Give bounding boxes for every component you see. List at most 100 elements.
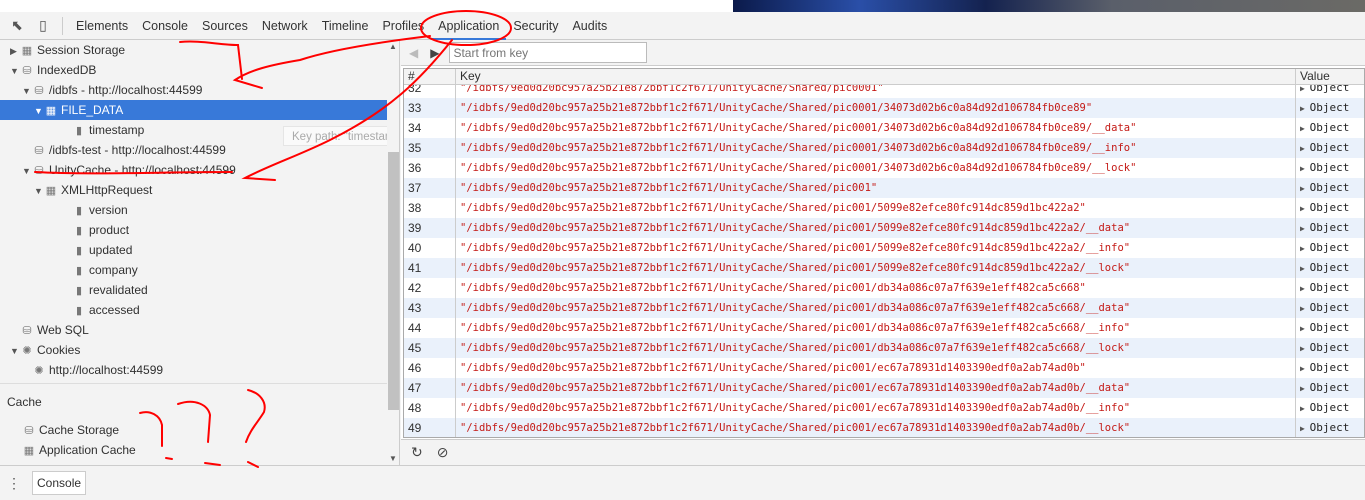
refresh-icon[interactable]: ↻ <box>411 444 423 461</box>
tree-item[interactable]: ▮ version <box>0 200 388 220</box>
table-row[interactable]: 48 "/idbfs/9ed0d20bc957a25b21e872bbf1c2f6… <box>404 398 1364 418</box>
row-value[interactable]: ▶ Object <box>1296 278 1364 298</box>
table-row[interactable]: 46 "/idbfs/9ed0d20bc957a25b21e872bbf1c2f6… <box>404 358 1364 378</box>
table-row[interactable]: 43 "/idbfs/9ed0d20bc957a25b21e872bbf1c2f6… <box>404 298 1364 318</box>
next-page-icon[interactable]: ▶ <box>430 46 439 60</box>
expanded-arrow-icon[interactable]: ▼ <box>34 101 44 121</box>
tree-item[interactable]: ▼ ▦ XMLHttpRequest <box>0 180 388 200</box>
tree-item[interactable]: ▼ ▦ FILE_DATA <box>0 100 388 120</box>
row-value[interactable]: ▶ Object <box>1296 338 1364 358</box>
tab-application[interactable]: Application <box>431 12 507 40</box>
tab-console[interactable]: Console <box>135 12 195 40</box>
drawer-menu-icon[interactable]: ⋮ <box>0 475 28 492</box>
tree-item[interactable]: ▮ revalidated <box>0 280 388 300</box>
row-value[interactable]: ▶ Object <box>1296 238 1364 258</box>
expand-arrow-icon[interactable]: ▶ <box>1300 164 1310 173</box>
expand-arrow-icon[interactable]: ▶ <box>1300 344 1310 353</box>
expand-arrow-icon[interactable]: ▶ <box>1300 324 1310 333</box>
row-value[interactable]: ▶ Object <box>1296 398 1364 418</box>
scroll-up-icon[interactable]: ▲ <box>389 42 397 51</box>
column-header-key[interactable]: Key <box>456 69 1296 84</box>
table-row[interactable]: 38 "/idbfs/9ed0d20bc957a25b21e872bbf1c2f6… <box>404 198 1364 218</box>
row-value[interactable]: ▶ Object <box>1296 98 1364 118</box>
scroll-down-icon[interactable]: ▼ <box>389 454 397 463</box>
row-value[interactable]: ▶ Object <box>1296 138 1364 158</box>
expand-arrow-icon[interactable]: ▶ <box>1300 224 1310 233</box>
tab-audits[interactable]: Audits <box>565 12 614 40</box>
table-row[interactable]: 47 "/idbfs/9ed0d20bc957a25b21e872bbf1c2f6… <box>404 378 1364 398</box>
table-row[interactable]: 49 "/idbfs/9ed0d20bc957a25b21e872bbf1c2f6… <box>404 418 1364 437</box>
sidebar-scrollbar[interactable]: ▲ ▼ <box>387 40 399 465</box>
expand-arrow-icon[interactable]: ▶ <box>1300 364 1310 373</box>
expand-arrow-icon[interactable]: ▶ <box>1300 124 1310 133</box>
inspect-element-icon[interactable]: ⬉ <box>4 13 30 39</box>
row-value[interactable]: ▶ Object <box>1296 298 1364 318</box>
start-from-key-input[interactable] <box>449 42 648 63</box>
expanded-arrow-icon[interactable]: ▼ <box>22 161 32 181</box>
expanded-arrow-icon[interactable]: ▼ <box>22 81 32 101</box>
expanded-arrow-icon[interactable]: ▼ <box>34 181 44 201</box>
table-row[interactable]: 37 "/idbfs/9ed0d20bc957a25b21e872bbf1c2f6… <box>404 178 1364 198</box>
row-value[interactable]: ▶ Object <box>1296 418 1364 437</box>
tab-network[interactable]: Network <box>255 12 315 40</box>
tree-item[interactable]: ▶ ▦ Session Storage <box>0 40 388 60</box>
table-row[interactable]: 41 "/idbfs/9ed0d20bc957a25b21e872bbf1c2f6… <box>404 258 1364 278</box>
table-row[interactable]: 44 "/idbfs/9ed0d20bc957a25b21e872bbf1c2f6… <box>404 318 1364 338</box>
expand-arrow-icon[interactable]: ▶ <box>1300 264 1310 273</box>
row-value[interactable]: ▶ Object <box>1296 358 1364 378</box>
cache-item[interactable]: ▦ Application Cache <box>0 440 387 460</box>
column-header-value[interactable]: Value <box>1296 69 1364 84</box>
collapsed-arrow-icon[interactable]: ▶ <box>10 41 20 61</box>
expanded-arrow-icon[interactable]: ▼ <box>10 61 20 81</box>
row-value[interactable]: ▶ Object <box>1296 85 1364 98</box>
expand-arrow-icon[interactable]: ▶ <box>1300 284 1310 293</box>
tab-timeline[interactable]: Timeline <box>315 12 376 40</box>
tree-item[interactable]: ▮ product <box>0 220 388 240</box>
table-row[interactable]: 40 "/idbfs/9ed0d20bc957a25b21e872bbf1c2f6… <box>404 238 1364 258</box>
table-row[interactable]: 42 "/idbfs/9ed0d20bc957a25b21e872bbf1c2f6… <box>404 278 1364 298</box>
expand-arrow-icon[interactable]: ▶ <box>1300 304 1310 313</box>
expand-arrow-icon[interactable]: ▶ <box>1300 104 1310 113</box>
tree-item[interactable]: ▼ ✺ Cookies <box>0 340 388 360</box>
row-value[interactable]: ▶ Object <box>1296 158 1364 178</box>
row-value[interactable]: ▶ Object <box>1296 258 1364 278</box>
table-row[interactable]: 39 "/idbfs/9ed0d20bc957a25b21e872bbf1c2f6… <box>404 218 1364 238</box>
expand-arrow-icon[interactable]: ▶ <box>1300 144 1310 153</box>
tab-elements[interactable]: Elements <box>69 12 135 40</box>
table-row[interactable]: 36 "/idbfs/9ed0d20bc957a25b21e872bbf1c2f6… <box>404 158 1364 178</box>
expand-arrow-icon[interactable]: ▶ <box>1300 204 1310 213</box>
table-row[interactable]: 33 "/idbfs/9ed0d20bc957a25b21e872bbf1c2f6… <box>404 98 1364 118</box>
table-row[interactable]: 32 "/idbfs/9ed0d20bc957a25b21e872bbf1c2f6… <box>404 85 1364 98</box>
previous-page-icon[interactable]: ◀ <box>409 46 418 60</box>
expanded-arrow-icon[interactable]: ▼ <box>10 341 20 361</box>
tab-sources[interactable]: Sources <box>195 12 255 40</box>
tab-profiles[interactable]: Profiles <box>375 12 431 40</box>
expand-arrow-icon[interactable]: ▶ <box>1300 384 1310 393</box>
table-row[interactable]: 34 "/idbfs/9ed0d20bc957a25b21e872bbf1c2f6… <box>404 118 1364 138</box>
row-value[interactable]: ▶ Object <box>1296 118 1364 138</box>
row-value[interactable]: ▶ Object <box>1296 378 1364 398</box>
scrollbar-thumb[interactable] <box>388 152 399 410</box>
row-value[interactable]: ▶ Object <box>1296 198 1364 218</box>
expand-arrow-icon[interactable]: ▶ <box>1300 424 1310 433</box>
table-row[interactable]: 45 "/idbfs/9ed0d20bc957a25b21e872bbf1c2f6… <box>404 338 1364 358</box>
expand-arrow-icon[interactable]: ▶ <box>1300 404 1310 413</box>
tab-security[interactable]: Security <box>506 12 565 40</box>
cache-item[interactable]: ⛁ Cache Storage <box>0 420 387 440</box>
expand-arrow-icon[interactable]: ▶ <box>1300 184 1310 193</box>
tree-item[interactable]: ▼ ⛁ /idbfs - http://localhost:44599 <box>0 80 388 100</box>
tree-item[interactable]: ▮ updated <box>0 240 388 260</box>
row-value[interactable]: ▶ Object <box>1296 178 1364 198</box>
expand-arrow-icon[interactable]: ▶ <box>1300 85 1310 93</box>
table-row[interactable]: 35 "/idbfs/9ed0d20bc957a25b21e872bbf1c2f6… <box>404 138 1364 158</box>
column-header-index[interactable]: # <box>404 69 456 84</box>
device-mode-icon[interactable]: ▯ <box>30 13 56 39</box>
tree-item[interactable]: ⛁ Web SQL <box>0 320 388 340</box>
expand-arrow-icon[interactable]: ▶ <box>1300 244 1310 253</box>
tree-item[interactable]: ▼ ⛁ UnityCache - http://localhost:44599 <box>0 160 388 180</box>
tree-item[interactable]: ✺ http://localhost:44599 <box>0 360 388 380</box>
row-value[interactable]: ▶ Object <box>1296 218 1364 238</box>
tree-item[interactable]: ▼ ⛁ IndexedDB <box>0 60 388 80</box>
row-value[interactable]: ▶ Object <box>1296 318 1364 338</box>
drawer-tab-console[interactable]: Console <box>32 471 87 495</box>
